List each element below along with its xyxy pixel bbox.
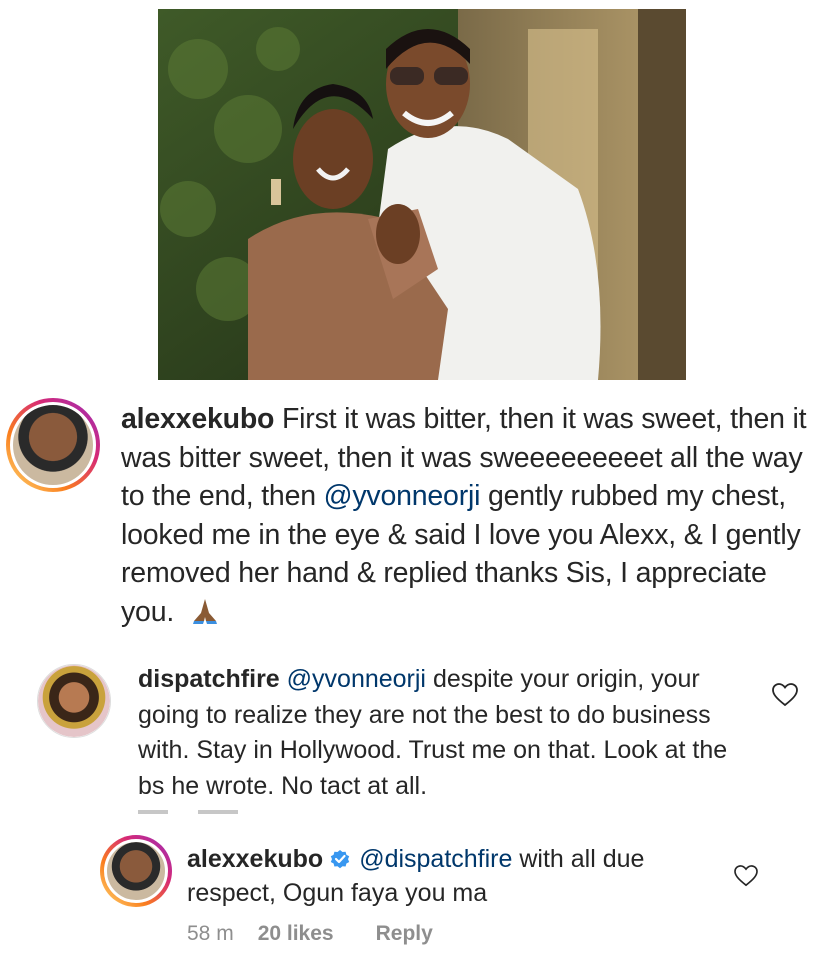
comment-dispatchfire: dispatchfire @yvonneorji despite your or… [138,662,758,804]
comment-username[interactable]: dispatchfire [138,665,280,693]
caption-mention[interactable]: @yvonneorji [324,480,481,512]
post-photo[interactable] [158,9,686,380]
reply-mention[interactable]: @dispatchfire [359,845,512,873]
verified-badge-icon [330,850,350,869]
comment-mention[interactable]: @yvonneorji [287,665,426,693]
post-caption: alexxekubo First it was bitter, then it … [121,400,821,632]
reply-username[interactable]: alexxekubo [187,845,323,873]
heart-icon[interactable] [772,683,798,707]
reply-alexxekubo: alexxekubo @dispatchfire with all due re… [187,842,737,910]
heart-icon[interactable] [734,865,758,887]
reply-meta-row: 58 m 20 likes Reply [187,922,433,946]
caption-avatar[interactable] [6,398,100,492]
reply-avatar-alexxekubo[interactable] [100,835,172,907]
reply-button[interactable]: Reply [376,922,433,946]
comment-avatar-dispatchfire[interactable] [37,664,111,738]
couple-photo-image [158,9,686,380]
reply-likes-count[interactable]: 20 likes [258,922,334,946]
praying-hands-emoji [192,598,217,624]
truncated-meta-row [138,810,238,814]
caption-username[interactable]: alexxekubo [121,403,274,435]
reply-timestamp: 58 m [187,922,234,945]
